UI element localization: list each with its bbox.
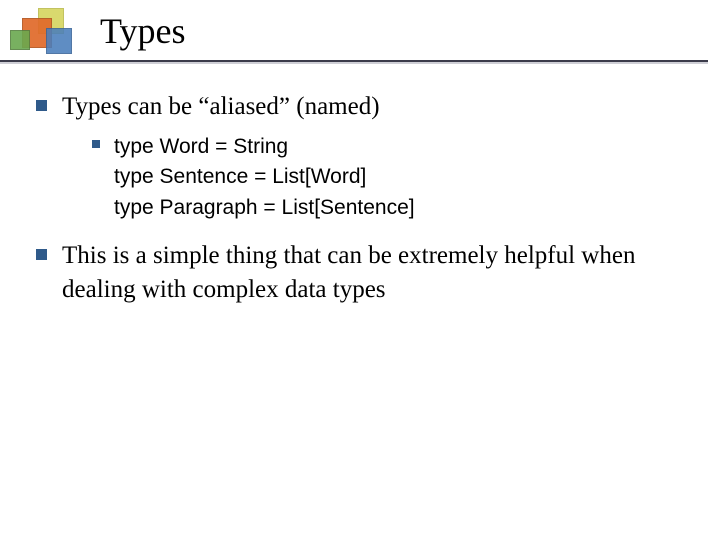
slide-header: Types [0, 8, 720, 68]
code-bullet: type Word = String type Sentence = List[… [90, 132, 690, 223]
logo-icon [10, 8, 80, 60]
slide-title: Types [100, 10, 185, 52]
bullet-helpful: This is a simple thing that can be extre… [30, 239, 690, 307]
code-block: type Word = String type Sentence = List[… [114, 132, 690, 223]
bullet-text: Types can be “aliased” (named) [62, 93, 380, 120]
slide-body: Types can be “aliased” (named) type Word… [30, 90, 690, 323]
slide: Types Types can be “aliased” (named) typ… [0, 0, 720, 540]
bullet-text: This is a simple thing that can be extre… [62, 242, 635, 303]
bullet-aliased: Types can be “aliased” (named) type Word… [30, 90, 690, 223]
title-underline [0, 60, 708, 62]
